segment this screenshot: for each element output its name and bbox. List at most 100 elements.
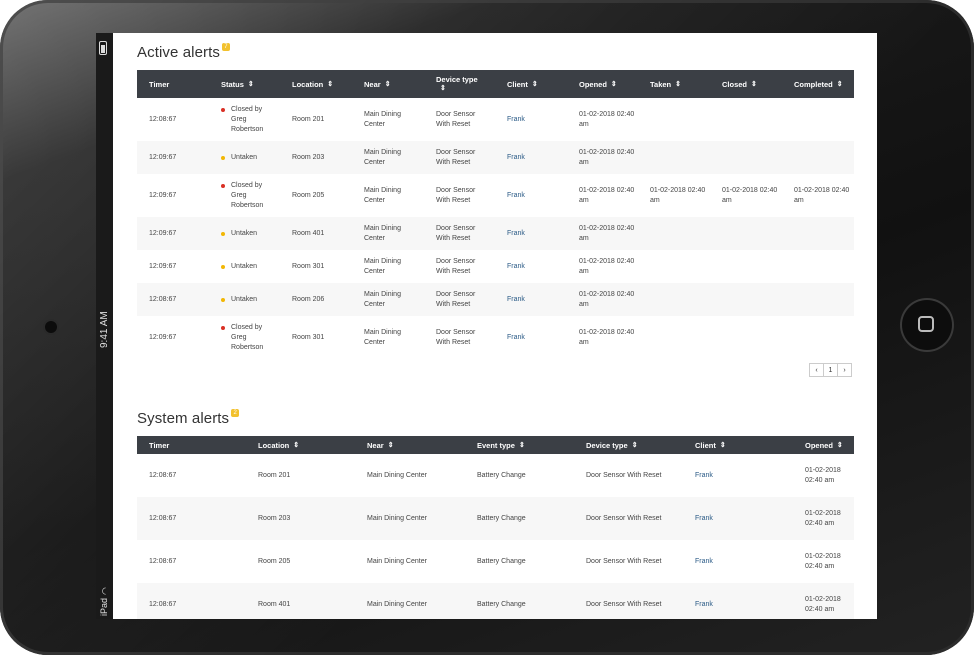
cell-text: Room 401 — [258, 600, 291, 608]
cell-device: Door Sensor With Reset — [436, 98, 486, 141]
sort-icon[interactable]: ⇕ — [248, 80, 254, 88]
cell-text: Room 205 — [258, 557, 291, 565]
client-link[interactable]: Frank — [507, 295, 569, 305]
cell-device: Door Sensor With Reset — [436, 141, 486, 174]
cell-client[interactable]: Frank — [507, 250, 569, 283]
cell-near: Main Dining Center — [364, 98, 414, 141]
sort-icon[interactable]: ⇕ — [675, 80, 681, 88]
cell-opened: 01-02-2018 02:40 am — [579, 141, 641, 174]
table-row[interactable]: 12:09:67 Untaken Room 203 Main Dining Cente… — [137, 141, 854, 174]
sort-icon[interactable]: ⇕ — [837, 80, 843, 88]
table-row[interactable]: 12:08:67 Room 203 Main Dining Center Batter… — [137, 497, 854, 540]
cell-client[interactable]: Frank — [695, 454, 795, 497]
table-row[interactable]: 12:08:67 Untaken Room 206 Main Dining Cente… — [137, 283, 854, 316]
table-row[interactable]: 12:08:67 Closed by Greg Robertson Room 201… — [137, 98, 854, 141]
cell-event: Battery Change — [477, 497, 577, 540]
cell-taken — [650, 217, 712, 250]
table-row[interactable]: 12:09:67 Untaken Room 401 Main Dining Cente… — [137, 217, 854, 250]
sort-icon[interactable]: ⇕ — [385, 80, 391, 88]
page-1-button[interactable]: 1 — [823, 363, 838, 377]
client-link[interactable]: Frank — [695, 514, 795, 524]
sort-icon[interactable]: ⇕ — [388, 441, 394, 449]
column-header-device[interactable]: Device type ⇕ — [586, 436, 638, 454]
column-header-client[interactable]: Client ⇕ — [507, 70, 538, 98]
column-header-status[interactable]: Status ⇕ — [221, 70, 254, 98]
cell-client[interactable]: Frank — [507, 174, 569, 217]
cell-opened: 01-02-2018 02:40 am — [579, 98, 641, 141]
cell-completed — [794, 250, 856, 283]
cell-client[interactable]: Frank — [507, 141, 569, 174]
column-header-event[interactable]: Event type ⇕ — [477, 436, 525, 454]
client-link[interactable]: Frank — [695, 471, 795, 481]
column-header-completed[interactable]: Completed ⇕ — [794, 70, 843, 98]
cell-location: Room 203 — [292, 141, 354, 174]
cell-device: Door Sensor With Reset — [586, 540, 686, 583]
cell-opened: 01-02-2018 02:40 am — [579, 217, 641, 250]
home-button[interactable] — [902, 300, 952, 350]
cell-text: 12:09:67 — [149, 333, 177, 341]
sort-icon[interactable]: ⇕ — [611, 80, 617, 88]
column-header-near[interactable]: Near ⇕ — [367, 436, 394, 454]
client-link[interactable]: Frank — [695, 600, 795, 610]
sort-icon[interactable]: ⇕ — [293, 441, 299, 449]
column-header-opened[interactable]: Opened ⇕ — [805, 436, 843, 454]
cell-client[interactable]: Frank — [507, 98, 569, 141]
cell-client[interactable]: Frank — [507, 217, 569, 250]
sort-icon[interactable]: ⇕ — [720, 441, 726, 449]
client-link[interactable]: Frank — [695, 557, 795, 567]
sort-icon[interactable]: ⇕ — [837, 441, 843, 449]
client-link[interactable]: Frank — [507, 333, 569, 343]
client-link[interactable]: Frank — [507, 115, 569, 125]
status-closed-dot-icon — [221, 107, 225, 112]
sort-icon[interactable]: ⇕ — [632, 441, 638, 449]
column-header-taken[interactable]: Taken ⇕ — [650, 70, 681, 98]
cell-opened: 01-02-2018 02:40 am — [805, 454, 841, 497]
column-header-client[interactable]: Client ⇕ — [695, 436, 726, 454]
table-row[interactable]: 12:09:67 Untaken Room 301 Main Dining Cente… — [137, 250, 854, 283]
table-row[interactable]: 12:08:67 Room 401 Main Dining Center Batter… — [137, 583, 854, 619]
sort-icon[interactable]: ⇕ — [532, 80, 538, 88]
column-header-location[interactable]: Location ⇕ — [292, 70, 333, 98]
cell-status: Closed by Greg Robertson — [221, 316, 275, 359]
cell-taken: 01-02-2018 02:40 am — [650, 174, 712, 217]
client-link[interactable]: Frank — [507, 153, 569, 163]
cell-closed — [722, 217, 784, 250]
cell-device: Door Sensor With Reset — [436, 217, 486, 250]
cell-client[interactable]: Frank — [695, 497, 795, 540]
table-row[interactable]: 12:08:67 Room 205 Main Dining Center Batter… — [137, 540, 854, 583]
sort-icon[interactable]: ⇕ — [519, 441, 525, 449]
sort-icon[interactable]: ⇕ — [440, 84, 446, 93]
cell-client[interactable]: Frank — [507, 316, 569, 359]
table-row[interactable]: 12:09:67 Closed by Greg Robertson Room 301… — [137, 316, 854, 359]
column-header-closed[interactable]: Closed ⇕ — [722, 70, 757, 98]
cell-text: Main Dining Center — [364, 148, 401, 166]
column-header-opened[interactable]: Opened ⇕ — [579, 70, 617, 98]
column-header-near[interactable]: Near ⇕ — [364, 70, 391, 98]
cell-client[interactable]: Frank — [695, 583, 795, 619]
client-link[interactable]: Frank — [507, 229, 569, 239]
client-link[interactable]: Frank — [507, 262, 569, 272]
column-header-label: Event type — [477, 440, 515, 450]
cell-text: 01-02-2018 02:40 am — [579, 186, 635, 204]
cell-text: Room 205 — [292, 191, 325, 199]
cell-text: Door Sensor With Reset — [436, 328, 476, 346]
active-alerts-header: Timer Status ⇕ Location ⇕ Near ⇕ Device type ⇕ Cl… — [137, 70, 854, 98]
sort-icon[interactable]: ⇕ — [327, 80, 333, 88]
cell-text: Main Dining Center — [367, 471, 427, 479]
status-closed-dot-icon — [221, 183, 225, 188]
column-header-location[interactable]: Location ⇕ — [258, 436, 299, 454]
prev-page-button[interactable]: ‹ — [809, 363, 824, 377]
table-row[interactable]: 12:09:67 Closed by Greg Robertson Room 205… — [137, 174, 854, 217]
sort-icon[interactable]: ⇕ — [751, 80, 757, 88]
battery-icon — [99, 41, 107, 55]
cell-near: Main Dining Center — [367, 540, 467, 583]
cell-client[interactable]: Frank — [695, 540, 795, 583]
status-text: Closed by Greg Robertson — [231, 105, 264, 133]
client-link[interactable]: Frank — [507, 191, 569, 201]
cell-text: Door Sensor With Reset — [436, 290, 476, 308]
cell-client[interactable]: Frank — [507, 283, 569, 316]
column-header-device[interactable]: Device type ⇕ — [436, 70, 478, 98]
status-time: 9:41 AM — [99, 311, 110, 348]
table-row[interactable]: 12:08:67 Room 201 Main Dining Center Batter… — [137, 454, 854, 497]
next-page-button[interactable]: › — [837, 363, 852, 377]
